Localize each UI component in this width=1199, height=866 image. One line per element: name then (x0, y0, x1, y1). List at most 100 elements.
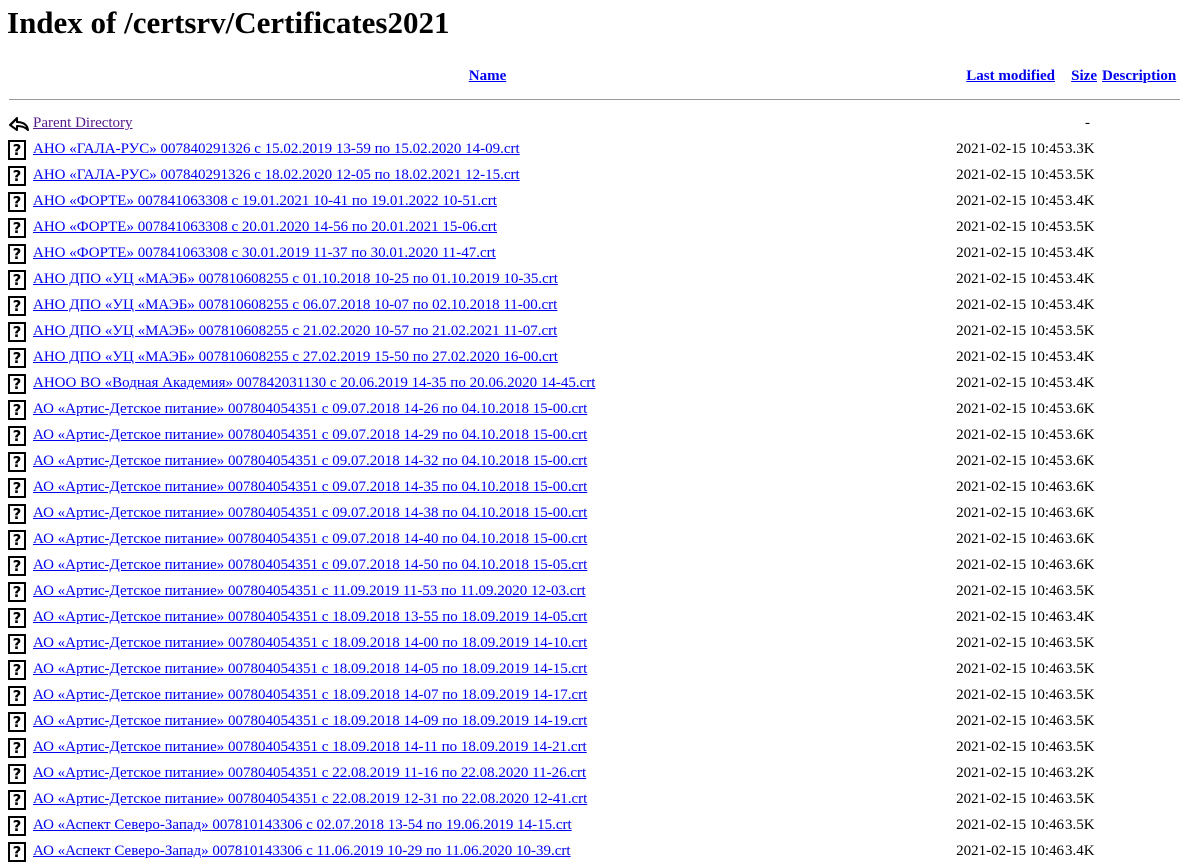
sort-by-name-link[interactable]: Name (469, 68, 507, 84)
file-link[interactable]: АНО «ФОРТЕ» 007841063308 с 19.01.2021 10… (33, 193, 497, 209)
file-description (1100, 318, 1180, 344)
file-size: 3.5K (1065, 687, 1095, 703)
file-link[interactable]: АО «Артис-Детское питание» 007804054351 … (33, 713, 587, 729)
unknown-file-icon: ? (8, 165, 26, 186)
file-size: 3.5K (1065, 713, 1095, 729)
unknown-file-icon: ? (8, 503, 26, 524)
header-icon-cell (7, 64, 32, 88)
file-row: ? АО «Артис-Детское питание» 007804054351… (7, 760, 1180, 786)
file-link[interactable]: АНО «ФОРТЕ» 007841063308 с 30.01.2019 11… (33, 245, 496, 261)
file-size: 3.5K (1065, 219, 1095, 235)
file-link[interactable]: АО «Артис-Детское питание» 007804054351 … (33, 401, 587, 417)
file-row: ? АНОО ВО «Водная Академия» 007842031130 … (7, 370, 1180, 396)
file-link[interactable]: АНО ДПО «УЦ «МАЭБ» 007810608255 с 21.02.… (33, 323, 557, 339)
file-description (1100, 630, 1180, 656)
unknown-file-icon: ? (8, 191, 26, 212)
file-description (1100, 760, 1180, 786)
file-modified: 2021-02-15 10:46 (956, 661, 1064, 677)
file-link[interactable]: АО «Артис-Детское питание» 007804054351 … (33, 505, 587, 521)
sort-by-description-link[interactable]: Description (1102, 68, 1176, 84)
file-link[interactable]: АНОО ВО «Водная Академия» 007842031130 с… (33, 375, 595, 391)
file-link[interactable]: АО «Артис-Детское питание» 007804054351 … (33, 531, 587, 547)
file-link[interactable]: АО «Аспект Северо-Запад» 007810143306 с … (33, 817, 572, 833)
unknown-file-icon: ? (8, 789, 26, 810)
unknown-file-icon: ? (8, 139, 26, 160)
file-size: 3.5K (1065, 583, 1095, 599)
file-link[interactable]: АО «Артис-Детское питание» 007804054351 … (33, 687, 587, 703)
file-link[interactable]: АО «Артис-Детское питание» 007804054351 … (33, 791, 587, 807)
file-link[interactable]: АО «Артис-Детское питание» 007804054351 … (33, 609, 587, 625)
unknown-file-icon: ? (8, 295, 26, 316)
file-link[interactable]: АНО ДПО «УЦ «МАЭБ» 007810608255 с 06.07.… (33, 297, 557, 313)
file-row: ? АО «Артис-Детское питание» 007804054351… (7, 786, 1180, 812)
file-size: 3.6K (1065, 531, 1095, 547)
file-link[interactable]: АО «Артис-Детское питание» 007804054351 … (33, 583, 586, 599)
file-link[interactable]: АО «Артис-Детское питание» 007804054351 … (33, 661, 587, 677)
file-row: ? АО «Артис-Детское питание» 007804054351… (7, 682, 1180, 708)
file-link[interactable]: АНО «ГАЛА-РУС» 007840291326 с 15.02.2019… (33, 141, 520, 157)
file-size: 3.6K (1065, 453, 1095, 469)
file-modified: 2021-02-15 10:46 (956, 687, 1064, 703)
file-description (1100, 578, 1180, 604)
file-link[interactable]: АО «Артис-Детское питание» 007804054351 … (33, 557, 587, 573)
parent-directory-link[interactable]: Parent Directory (33, 115, 133, 131)
file-link[interactable]: АО «Артис-Детское питание» 007804054351 … (33, 427, 587, 443)
file-size: 3.6K (1065, 479, 1095, 495)
file-link[interactable]: АО «Артис-Детское питание» 007804054351 … (33, 453, 587, 469)
file-description (1100, 656, 1180, 682)
file-modified: 2021-02-15 10:45 (956, 245, 1064, 261)
file-size: 3.5K (1065, 323, 1095, 339)
file-link[interactable]: АО «Артис-Детское питание» 007804054351 … (33, 479, 587, 495)
file-link[interactable]: АО «Артис-Детское питание» 007804054351 … (33, 739, 587, 755)
file-link[interactable]: АНО «ГАЛА-РУС» 007840291326 с 18.02.2020… (33, 167, 520, 183)
file-row: ? АО «Артис-Детское питание» 007804054351… (7, 474, 1180, 500)
sort-by-size-link[interactable]: Size (1071, 68, 1097, 84)
file-description (1100, 500, 1180, 526)
file-modified: 2021-02-15 10:46 (956, 609, 1064, 625)
file-description (1100, 214, 1180, 240)
sort-by-last-modified-link[interactable]: Last modified (966, 68, 1055, 84)
file-modified: 2021-02-15 10:46 (956, 739, 1064, 755)
file-row: ? АО «Артис-Детское питание» 007804054351… (7, 708, 1180, 734)
file-link[interactable]: АО «Аспект Северо-Запад» 007810143306 с … (33, 843, 571, 859)
file-description (1100, 604, 1180, 630)
file-modified: 2021-02-15 10:45 (956, 349, 1064, 365)
file-modified: 2021-02-15 10:46 (956, 765, 1064, 781)
file-row: ? АО «Аспект Северо-Запад» 007810143306 с… (7, 812, 1180, 838)
unknown-file-icon: ? (8, 737, 26, 758)
unknown-file-icon: ? (8, 711, 26, 732)
file-description (1100, 370, 1180, 396)
header-size-cell: Size (1064, 64, 1100, 88)
file-row: ? АНО ДПО «УЦ «МАЭБ» 007810608255 с 21.02… (7, 318, 1180, 344)
unknown-file-icon: ? (8, 321, 26, 342)
file-link[interactable]: АНО ДПО «УЦ «МАЭБ» 007810608255 с 27.02.… (33, 349, 558, 365)
file-size: 3.4K (1065, 375, 1095, 391)
file-listing-table: Name Last modified Size Description Pare… (7, 64, 1180, 864)
file-size: 3.4K (1065, 843, 1095, 859)
file-modified: 2021-02-15 10:45 (956, 453, 1064, 469)
header-description-cell: Description (1100, 64, 1180, 88)
file-link[interactable]: АНО «ФОРТЕ» 007841063308 с 20.01.2020 14… (33, 219, 497, 235)
unknown-file-icon: ? (8, 685, 26, 706)
file-link[interactable]: АНО ДПО «УЦ «МАЭБ» 007810608255 с 01.10.… (33, 271, 558, 287)
file-modified: 2021-02-15 10:46 (956, 817, 1064, 833)
parent-size: - (1085, 115, 1090, 131)
file-modified: 2021-02-15 10:46 (956, 713, 1064, 729)
file-modified: 2021-02-15 10:45 (956, 427, 1064, 443)
file-description (1100, 552, 1180, 578)
file-description (1100, 240, 1180, 266)
divider (9, 98, 1180, 100)
file-link[interactable]: АО «Артис-Детское питание» 007804054351 … (33, 765, 586, 781)
file-description (1100, 812, 1180, 838)
file-row: ? АНО «ГАЛА-РУС» 007840291326 с 15.02.201… (7, 136, 1180, 162)
file-size: 3.4K (1065, 349, 1095, 365)
parent-directory-row: Parent Directory - (7, 110, 1180, 136)
file-link[interactable]: АО «Артис-Детское питание» 007804054351 … (33, 635, 587, 651)
file-size: 3.5K (1065, 817, 1095, 833)
unknown-file-icon: ? (8, 477, 26, 498)
file-description (1100, 474, 1180, 500)
file-row: ? АО «Артис-Детское питание» 007804054351… (7, 552, 1180, 578)
file-description (1100, 838, 1180, 864)
file-modified: 2021-02-15 10:46 (956, 635, 1064, 651)
file-modified: 2021-02-15 10:46 (956, 479, 1064, 495)
